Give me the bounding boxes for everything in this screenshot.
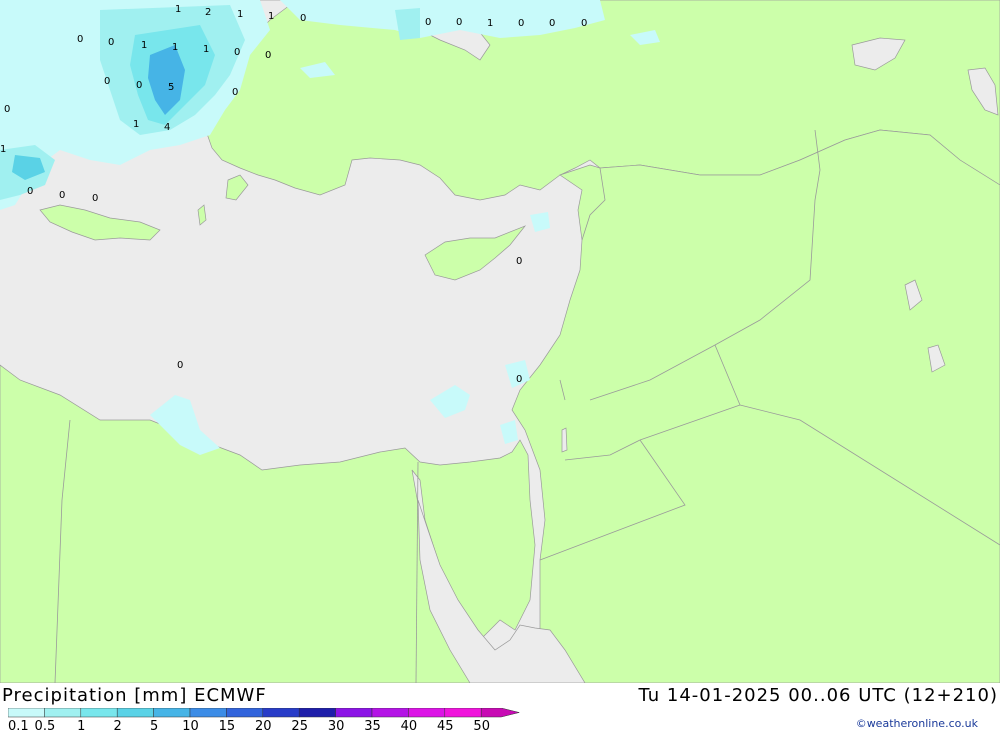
legend-swatch (371, 708, 409, 718)
precip-value: 1 (237, 9, 243, 20)
legend-tick-label: 45 (437, 719, 454, 732)
precip-value: 1 (175, 4, 181, 15)
precip-value: 0 (108, 37, 114, 48)
precipitation-map: 1 2 1 1 0 0 0 1 1 1 0 0 0 0 5 0 1 4 0 1 … (0, 0, 1000, 683)
legend-tick-label: 25 (291, 719, 308, 732)
legend-tick-label: 20 (255, 719, 272, 732)
legend-tick-label: 2 (114, 719, 122, 732)
precip-value: 0 (234, 47, 240, 58)
legend-swatch (226, 708, 264, 718)
precip-value: 0 (177, 360, 183, 371)
legend-tick-label: 1 (77, 719, 85, 732)
color-legend: 0.1 0.5 1 2 5 10 15 20 25 30 35 40 45 50 (8, 708, 520, 732)
legend-swatch (44, 708, 82, 718)
legend-tick-label: 30 (328, 719, 345, 732)
precip-value: 0 (136, 80, 142, 91)
footer-bar: Precipitation [mm] ECMWF Tu 14-01-2025 0… (0, 683, 1000, 733)
precip-value: 0 (27, 186, 33, 197)
map-title: Precipitation [mm] ECMWF (2, 685, 267, 706)
legend-tick-label: 0.5 (35, 719, 56, 732)
precip-value: 1 (141, 40, 147, 51)
credit-link[interactable]: ©weatheronline.co.uk (856, 717, 978, 730)
precip-value: 0 (516, 374, 522, 385)
legend-swatch (262, 708, 300, 718)
legend-swatch (335, 708, 373, 718)
legend-swatch (8, 708, 45, 718)
legend-tick-label: 0.1 (8, 719, 29, 732)
legend-tick-label: 40 (401, 719, 418, 732)
precip-value: 0 (104, 76, 110, 87)
precip-value: 0 (92, 193, 98, 204)
precip-value: 0 (4, 104, 10, 115)
precip-value: 0 (516, 256, 522, 267)
precip-value: 1 (203, 44, 209, 55)
legend-tick-label: 50 (473, 719, 490, 732)
legend-swatch (189, 708, 227, 718)
legend-tick-label: 15 (219, 719, 236, 732)
forecast-datetime: Tu 14-01-2025 00..06 UTC (12+210) (638, 685, 998, 706)
legend-swatch (298, 708, 336, 718)
precip-value: 0 (456, 17, 462, 28)
precip-value: 0 (425, 17, 431, 28)
precip-value: 0 (549, 18, 555, 29)
precip-value: 1 (0, 144, 6, 155)
legend-tick-label: 35 (364, 719, 381, 732)
legend-swatch (80, 708, 118, 718)
legend-swatch (153, 708, 191, 718)
legend-swatch-arrow (480, 708, 520, 718)
precip-value: 1 (133, 119, 139, 130)
precip-value: 1 (268, 11, 274, 22)
precip-value: 0 (265, 50, 271, 61)
precip-value: 0 (77, 34, 83, 45)
precip-value: 4 (164, 122, 170, 133)
lake-dead-sea (561, 427, 568, 453)
legend-tick-label: 10 (182, 719, 199, 732)
precip-value: 1 (487, 18, 493, 29)
precip-value: 5 (168, 82, 174, 93)
precip-value: 0 (581, 18, 587, 29)
precip-value: 0 (59, 190, 65, 201)
precip-value: 0 (518, 18, 524, 29)
precip-value: 0 (232, 87, 238, 98)
precip-value: 1 (172, 42, 178, 53)
precip-value: 0 (300, 13, 306, 24)
legend-swatch (116, 708, 154, 718)
legend-swatch (408, 708, 446, 718)
precip-value: 2 (205, 7, 211, 18)
legend-tick-label: 5 (150, 719, 158, 732)
land-levant (511, 129, 1000, 683)
legend-swatch (444, 708, 482, 718)
